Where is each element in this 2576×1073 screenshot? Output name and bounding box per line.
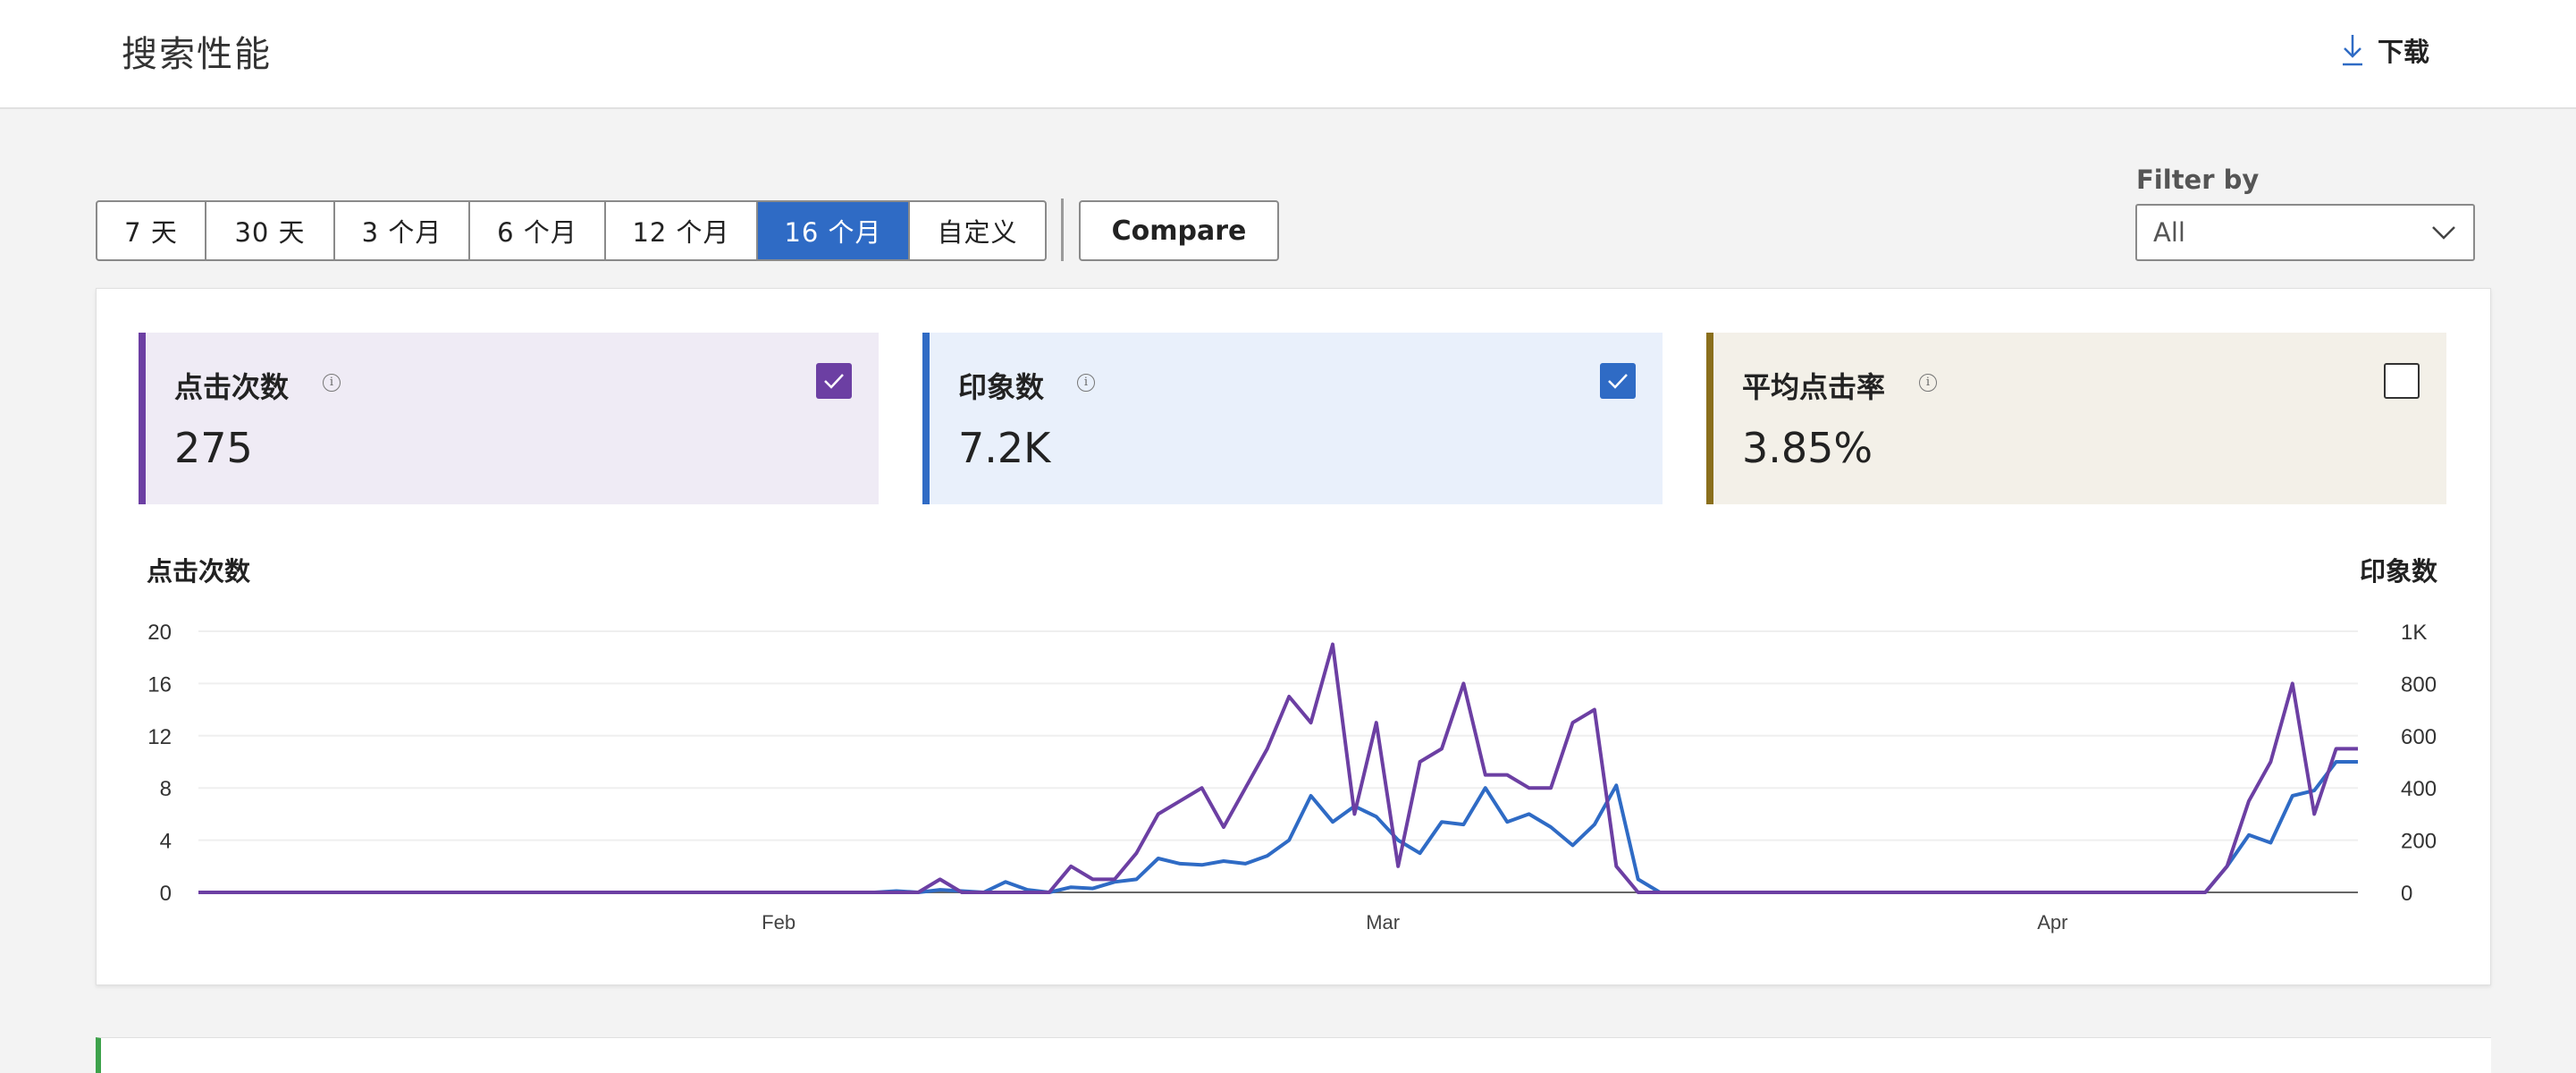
range-30-days[interactable]: 30 天 — [206, 202, 335, 259]
info-icon[interactable]: i — [1919, 374, 1937, 392]
download-label: 下载 — [2378, 37, 2430, 67]
left-axis-title: 点击次数 — [147, 556, 251, 587]
metric-label: 平均点击率 — [1742, 370, 1886, 404]
metric-label: 点击次数 — [174, 370, 290, 404]
range-custom[interactable]: 自定义 — [910, 202, 1045, 259]
info-icon[interactable]: i — [1077, 374, 1095, 392]
metric-label: 印象数 — [958, 370, 1045, 404]
metric-value: 275 — [174, 424, 253, 472]
check-icon — [1608, 374, 1628, 389]
page-title: 搜索性能 — [122, 34, 272, 75]
date-range-group: 7 天 30 天 3 个月 6 个月 12 个月 16 个月 自定义 — [96, 200, 1047, 261]
next-section-card — [96, 1037, 2491, 1073]
metric-checkbox[interactable] — [2384, 363, 2420, 399]
top-bar: 搜索性能 下载 — [0, 0, 2576, 109]
info-icon[interactable]: i — [323, 374, 341, 392]
filter-label: Filter by — [2136, 165, 2260, 195]
compare-button[interactable]: Compare — [1079, 200, 1279, 261]
range-12-months[interactable]: 12 个月 — [606, 202, 758, 259]
chevron-down-icon — [2432, 226, 2455, 240]
range-6-months[interactable]: 6 个月 — [470, 202, 606, 259]
metric-tile-clicks[interactable]: 点击次数 i 275 — [139, 333, 879, 504]
metric-value: 7.2K — [958, 424, 1051, 472]
check-icon — [824, 374, 844, 389]
metric-checkbox[interactable] — [816, 363, 852, 399]
range-3-months[interactable]: 3 个月 — [335, 202, 470, 259]
right-axis-title: 印象数 — [2359, 556, 2437, 587]
metric-tile-ctr[interactable]: 平均点击率 i 3.85% — [1706, 333, 2446, 504]
metric-value: 3.85% — [1742, 424, 1873, 472]
range-7-days[interactable]: 7 天 — [97, 202, 206, 259]
range-16-months[interactable]: 16 个月 — [758, 202, 910, 259]
download-button[interactable]: 下载 — [2340, 32, 2429, 68]
toolbar-divider — [1061, 199, 1064, 261]
filter-select[interactable]: All — [2135, 204, 2475, 261]
filter-value: All — [2153, 217, 2185, 248]
metric-tile-impressions[interactable]: 印象数 i 7.2K — [922, 333, 1663, 504]
download-icon — [2343, 35, 2362, 66]
metric-checkbox[interactable] — [1600, 363, 1636, 399]
